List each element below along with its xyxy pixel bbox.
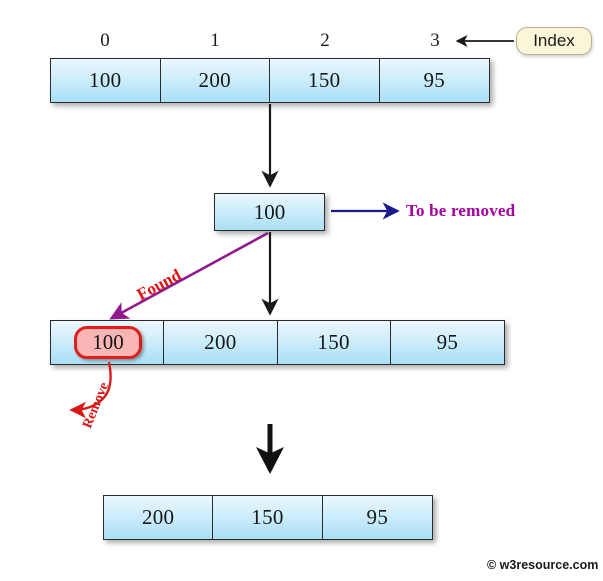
array-cell: 100 — [51, 59, 161, 102]
index-row: 0 1 2 3 — [50, 28, 490, 54]
array-cell: 200 — [104, 496, 214, 539]
target-value-box: 100 — [214, 193, 325, 231]
index-callout-box: Index — [516, 27, 592, 55]
found-label: Found — [133, 265, 185, 305]
index-number-3: 3 — [430, 30, 440, 51]
original-array: 100 200 150 95 — [50, 58, 490, 103]
array-cell: 200 — [161, 59, 270, 102]
array-cell: 150 — [270, 59, 380, 102]
to-be-removed-label: To be removed — [406, 201, 516, 220]
array-cell: 95 — [436, 330, 459, 354]
index-number-0: 0 — [100, 30, 110, 51]
found-arrow — [109, 231, 269, 320]
index-number-1: 1 — [210, 30, 220, 51]
array-cell: 95 — [366, 505, 389, 529]
diagram-canvas: 0 1 2 3 Index 100 200 150 95 100 To be r… — [0, 0, 603, 581]
array-cell: 95 — [423, 68, 446, 92]
remove-label: Remove — [80, 380, 113, 431]
watermark: © w3resource.com — [487, 558, 599, 572]
array-cell: 150 — [213, 496, 323, 539]
array-cell: 200 — [164, 321, 278, 364]
index-number-2: 2 — [320, 30, 330, 51]
result-array: 200 150 95 — [103, 495, 433, 540]
array-cell: 150 — [278, 321, 391, 364]
highlighted-element: 100 — [74, 326, 142, 359]
